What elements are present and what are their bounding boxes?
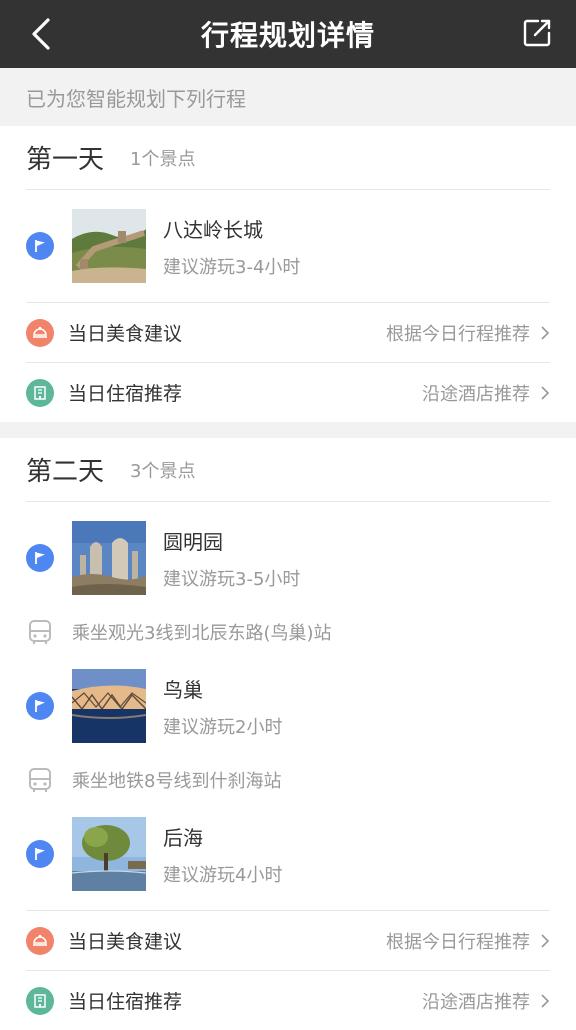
transit-row: 乘坐地铁8号线到什刹海站	[26, 762, 550, 798]
hotel-label: 当日住宿推荐	[68, 991, 183, 1013]
hotel-icon	[26, 378, 54, 407]
chevron-right-icon	[541, 933, 550, 948]
day-header: 第二天 3个景点	[26, 438, 550, 502]
day-title: 第二天	[26, 457, 105, 487]
page-title: 行程规划详情	[200, 19, 375, 52]
spot-thumbnail	[72, 209, 146, 283]
day-card-1: 第一天 1个景点 八达岭长城 建议游玩3-4小时 当日美食建议 根据今日行程推荐	[0, 126, 576, 422]
bus-icon	[29, 620, 51, 644]
spot-thumbnail	[72, 521, 146, 595]
food-recommendation-row[interactable]: 当日美食建议 根据今日行程推荐	[26, 302, 550, 362]
spot-duration: 建议游玩3-5小时	[163, 568, 301, 590]
chevron-right-icon	[541, 325, 550, 340]
chevron-right-icon	[541, 993, 550, 1008]
spot-item-yuanmingyuan[interactable]: 圆明园 建议游玩3-5小时	[26, 502, 550, 614]
day-title: 第一天	[26, 145, 105, 175]
food-icon	[26, 318, 54, 347]
hotel-hint: 沿途酒店推荐	[422, 383, 530, 405]
food-recommendation-row[interactable]: 当日美食建议 根据今日行程推荐	[26, 910, 550, 970]
flag-icon	[26, 692, 54, 720]
spot-item-badaling[interactable]: 八达岭长城 建议游玩3-4小时	[26, 190, 550, 302]
food-label: 当日美食建议	[68, 323, 183, 345]
hotel-hint: 沿途酒店推荐	[422, 991, 530, 1013]
day-header: 第一天 1个景点	[26, 126, 550, 190]
spot-name: 八达岭长城	[163, 217, 263, 242]
plan-subtitle: 已为您智能规划下列行程	[0, 68, 576, 126]
hotel-recommendation-row[interactable]: 当日住宿推荐 沿途酒店推荐	[26, 970, 550, 1030]
food-hint: 根据今日行程推荐	[386, 323, 530, 345]
hotel-icon	[26, 986, 54, 1015]
bus-icon	[29, 768, 51, 792]
day-divider	[0, 422, 576, 438]
spot-name: 后海	[163, 825, 203, 850]
share-icon[interactable]	[522, 18, 552, 48]
food-hint: 根据今日行程推荐	[386, 931, 530, 953]
day-spot-count: 1个景点	[130, 148, 196, 170]
day-spot-count: 3个景点	[130, 460, 196, 482]
day-card-2: 第二天 3个景点 圆明园 建议游玩3-5小时 乘坐观光3线到北辰东路(鸟巢)站 …	[0, 438, 576, 1030]
flag-icon	[26, 544, 54, 572]
hotel-label: 当日住宿推荐	[68, 383, 183, 405]
food-label: 当日美食建议	[68, 931, 183, 953]
top-bar: 行程规划详情	[0, 0, 576, 68]
spot-duration: 建议游玩4小时	[163, 864, 283, 886]
spot-name: 鸟巢	[163, 677, 203, 702]
spot-duration: 建议游玩3-4小时	[163, 256, 301, 278]
flag-icon	[26, 232, 54, 260]
transit-text: 乘坐地铁8号线到什刹海站	[72, 771, 282, 792]
hotel-recommendation-row[interactable]: 当日住宿推荐 沿途酒店推荐	[26, 362, 550, 422]
food-icon	[26, 926, 54, 955]
chevron-right-icon	[541, 385, 550, 400]
transit-row: 乘坐观光3线到北辰东路(鸟巢)站	[26, 614, 550, 650]
back-arrow-icon[interactable]	[26, 17, 58, 51]
transit-text: 乘坐观光3线到北辰东路(鸟巢)站	[72, 623, 332, 644]
spot-thumbnail	[72, 669, 146, 743]
spot-name: 圆明园	[163, 529, 223, 554]
spot-duration: 建议游玩2小时	[163, 716, 283, 738]
spot-thumbnail	[72, 817, 146, 891]
flag-icon	[26, 840, 54, 868]
spot-item-houhai[interactable]: 后海 建议游玩4小时	[26, 798, 550, 910]
spot-item-niaochao[interactable]: 鸟巢 建议游玩2小时	[26, 650, 550, 762]
